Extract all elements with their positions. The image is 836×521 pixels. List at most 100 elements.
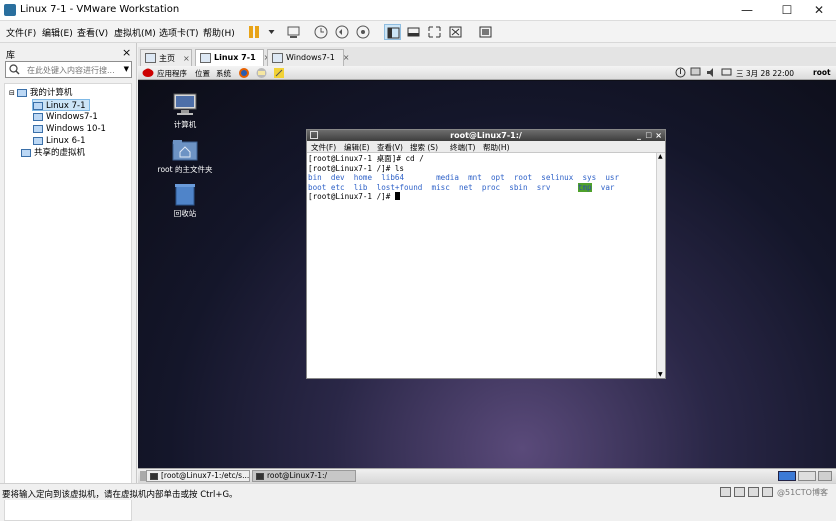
chevron-down-icon[interactable] xyxy=(263,24,275,40)
fullscreen-icon[interactable] xyxy=(426,24,443,40)
gnome-top-panel: 应用程序 位置 系统 三 3月 28 22:00 root xyxy=(138,66,836,80)
terminal-scrollbar[interactable]: ▲ ▼ xyxy=(656,153,665,378)
revert-snapshot-icon[interactable] xyxy=(334,24,351,40)
taskbar-item-terminal-etc[interactable]: [root@Linux7-1:/etc/s... xyxy=(146,470,250,482)
close-button[interactable]: ✕ xyxy=(802,0,836,21)
applications-menu[interactable]: 应用程序 xyxy=(157,68,187,79)
tree-item-windows-10-1[interactable]: Windows 10-1 xyxy=(33,123,106,135)
terminal-icon xyxy=(256,473,264,480)
scroll-down-icon[interactable]: ▼ xyxy=(658,371,663,378)
status-message: 要将输入定向到该虚拟机，请在虚拟机内部单击或按 Ctrl+G。 xyxy=(2,490,238,500)
redhat-icon xyxy=(142,67,154,80)
places-menu[interactable]: 位置 xyxy=(195,68,210,79)
terminal-prompt-line: [root@Linux7-1 /]# xyxy=(308,192,655,202)
desktop[interactable]: 计算机 root 的主文件夹 回收站 root@Linux7-1:/ _ □ ×… xyxy=(138,81,836,468)
network-icon[interactable] xyxy=(690,67,701,80)
tab-linux-7-1[interactable]: Linux 7-1× xyxy=(195,49,270,66)
maximize-button[interactable]: ☐ xyxy=(770,0,804,21)
console-view-icon[interactable] xyxy=(477,24,494,40)
terminal-line-cd: [root@Linux7-1 桌面]# cd / xyxy=(308,154,424,163)
minimize-button[interactable]: — xyxy=(730,0,764,21)
menu-edit[interactable]: 编辑(E) xyxy=(42,26,73,39)
menu-tabs[interactable]: 选项卡(T) xyxy=(159,26,199,39)
terminal-title: root@Linux7-1:/ xyxy=(450,131,522,140)
clock[interactable]: 三 3月 28 22:00 xyxy=(736,68,794,79)
menu-vm[interactable]: 虚拟机(M) xyxy=(114,26,156,39)
system-menu[interactable]: 系统 xyxy=(216,68,231,79)
terminal-line-ls: [root@Linux7-1 /]# ls xyxy=(308,163,405,173)
terminal-menu-edit[interactable]: 编辑(E) xyxy=(344,142,370,153)
terminal-window[interactable]: root@Linux7-1:/ _ □ × 文件(F) 编辑(E) 查看(V) … xyxy=(306,129,666,379)
guest-taskbar: [root@Linux7-1:/etc/s... root@Linux7-1:/ xyxy=(138,468,836,483)
tree-item-linux-7-1[interactable]: Linux 7-1 xyxy=(32,99,90,111)
menu-file[interactable]: 文件(F) xyxy=(6,26,36,39)
menu-view[interactable]: 查看(V) xyxy=(77,26,108,39)
desktop-icon-trash[interactable]: 回收站 xyxy=(155,182,215,219)
terminal-cursor xyxy=(394,192,400,200)
library-search-input[interactable]: 在此处键入内容进行搜... ▼ xyxy=(5,61,132,78)
trash-applet-icon[interactable] xyxy=(818,471,832,481)
update-icon[interactable] xyxy=(675,67,686,80)
computer-icon xyxy=(16,88,27,97)
home-icon xyxy=(145,53,156,63)
status-bar: 要将输入定向到该虚拟机，请在虚拟机内部单击或按 Ctrl+G。 @51CTO博客 xyxy=(0,483,836,500)
tab-bar: 主页× Linux 7-1× Windows7-1× xyxy=(138,47,836,66)
tree-item-shared-vms[interactable]: 共享的虚拟机 xyxy=(21,147,85,159)
search-icon xyxy=(9,64,20,78)
terminal-menu-file[interactable]: 文件(F) xyxy=(311,142,336,153)
taskbar-item-terminal-root[interactable]: root@Linux7-1:/ xyxy=(252,470,356,482)
menu-help[interactable]: 帮助(H) xyxy=(203,26,235,39)
desktop-icon-computer[interactable]: 计算机 xyxy=(155,93,215,130)
user-name[interactable]: root xyxy=(813,68,831,77)
workspace-2[interactable] xyxy=(798,471,816,481)
cd-status-icon[interactable] xyxy=(734,487,745,497)
unity-mode-icon[interactable] xyxy=(447,24,464,40)
tab-close-icon[interactable]: × xyxy=(343,53,350,62)
thumbnail-view-icon[interactable] xyxy=(405,24,422,40)
search-dropdown-icon[interactable]: ▼ xyxy=(124,65,129,73)
library-close-button[interactable]: × xyxy=(122,46,131,59)
terminal-icon xyxy=(150,473,158,480)
vmware-app-icon xyxy=(4,4,16,16)
tab-close-icon[interactable]: × xyxy=(183,54,190,63)
tree-item-linux-6-1[interactable]: Linux 6-1 xyxy=(33,135,86,147)
firefox-icon[interactable] xyxy=(238,67,250,81)
watermark: @51CTO博客 xyxy=(777,488,828,497)
library-panel: 库 × 在此处键入内容进行搜... ▼ ⊟ 我的计算机 Linux 7-1 Win… xyxy=(0,43,137,521)
guest-display[interactable]: 应用程序 位置 系统 三 3月 28 22:00 root 计算机 root 的… xyxy=(138,66,836,483)
library-view-icon[interactable] xyxy=(384,24,401,40)
vm-icon xyxy=(200,53,211,63)
terminal-output[interactable]: [root@Linux7-1 桌面]# cd / [root@Linux7-1 /… xyxy=(307,153,656,378)
notes-icon[interactable] xyxy=(273,67,285,81)
desktop-icon-label: 回收站 xyxy=(173,209,197,218)
tree-item-my-computer[interactable]: ⊟ 我的计算机 xyxy=(9,87,72,99)
terminal-close-button[interactable]: × xyxy=(655,130,662,141)
send-ctrl-alt-del-icon[interactable] xyxy=(285,24,302,40)
terminal-menu-terminal[interactable]: 终端(T) xyxy=(450,142,475,153)
display-icon[interactable] xyxy=(721,67,732,80)
terminal-menu-search[interactable]: 搜索 (S) xyxy=(410,142,438,153)
vm-icon xyxy=(33,124,43,133)
terminal-menu-view[interactable]: 查看(V) xyxy=(377,142,403,153)
window-title: Linux 7-1 - VMware Workstation xyxy=(20,4,180,15)
network-status-icon[interactable] xyxy=(748,487,759,497)
tab-windows7-1[interactable]: Windows7-1 × xyxy=(267,49,349,66)
volume-icon[interactable] xyxy=(706,67,717,80)
snapshot-icon[interactable] xyxy=(313,24,330,40)
scroll-up-icon[interactable]: ▲ xyxy=(658,153,663,160)
terminal-maximize-button[interactable]: □ xyxy=(645,130,652,141)
tab-home[interactable]: 主页 × xyxy=(140,49,192,66)
collapse-icon[interactable]: ⊟ xyxy=(9,89,15,97)
usb-status-icon[interactable] xyxy=(762,487,773,497)
terminal-menu-help[interactable]: 帮助(H) xyxy=(483,142,510,153)
workspace-1[interactable] xyxy=(778,471,796,481)
pause-icon[interactable] xyxy=(246,24,263,40)
desktop-icon-label: 计算机 xyxy=(173,120,197,129)
hdd-status-icon[interactable] xyxy=(720,487,731,497)
mail-icon[interactable] xyxy=(255,67,268,81)
snapshot-manager-icon[interactable] xyxy=(355,24,372,40)
terminal-minimize-button[interactable]: _ xyxy=(637,130,641,141)
tree-item-windows7-1[interactable]: Windows7-1 xyxy=(33,111,98,123)
desktop-icon-home-folder[interactable]: root 的主文件夹 xyxy=(155,138,215,175)
vm-tree: ⊟ 我的计算机 Linux 7-1 Windows7-1 Windows 10-1… xyxy=(4,83,132,521)
